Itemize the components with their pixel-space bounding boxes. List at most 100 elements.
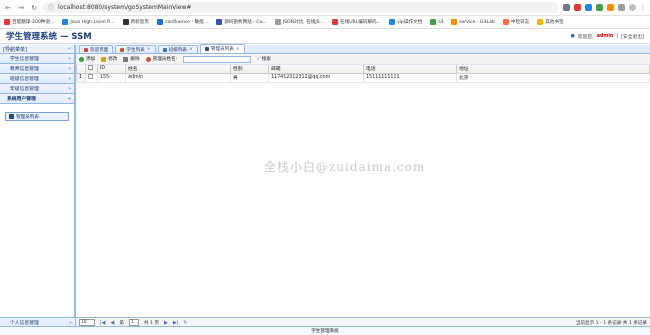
add-button[interactable]: 添加 [79,56,95,62]
app-title: 学生管理系统 — SSM [6,32,92,42]
back-icon[interactable]: ← [4,4,12,12]
logout-link[interactable]: [安全退出] [621,33,644,40]
add-label: 添加 [86,57,96,62]
bookmark-item[interactable]: 其他书签 [537,19,564,25]
bookmark-item[interactable]: confluence - 敏能... [156,19,209,25]
bookmark-item[interactable]: service · GitLab [451,19,495,25]
profile-avatar[interactable] [629,4,636,11]
sidebar-item[interactable]: 学生信息管理 » [0,54,74,64]
prev-page-icon[interactable]: ◀ [111,320,115,326]
tab[interactable]: 管理员列表 × [199,44,245,53]
column-header[interactable]: 性别 [230,65,269,74]
sidebar-item[interactable]: 年级信息管理 » [0,84,74,94]
tab-label: 管理员列表 [210,47,234,52]
bookmark-label: 在线URL编码解码... [340,20,382,25]
bookmark-item[interactable]: 源码剖析网站 - Co... [216,19,267,25]
bookmark-item[interactable]: 在线URL编码解码... [332,19,381,25]
delete-button[interactable]: 删除 [123,56,140,62]
tab-icon [204,47,209,51]
row-checkbox-cell[interactable] [85,72,98,83]
bookmark-item[interactable]: JSON对比, 在线JS... [274,19,324,25]
bookmark-item[interactable]: 新标签页 [122,19,149,25]
row-number: 1 [76,72,86,83]
expand-icon: » [67,55,71,62]
bookmark-item[interactable]: Java High Level R... [62,19,115,25]
column-header[interactable]: 地址 [456,65,650,74]
extension-icon[interactable] [574,4,581,11]
tab[interactable]: 学生列表 × [115,45,156,53]
column-header[interactable]: ID [97,65,126,74]
admin-icon [9,114,14,119]
app-header: 学生管理系统 — SSM ● 欢迎您, admin | [安全退出] [0,29,650,44]
puzzle-icon[interactable] [618,4,625,11]
close-icon[interactable]: × [236,47,240,52]
data-grid: ID 姓名 性别 邮箱 电话 地址 1 155 admin 男 117412312312@qq.c… [76,65,650,83]
delete-icon [123,56,129,62]
extension-icon[interactable] [596,4,603,11]
sidebar-item[interactable]: 班级信息管理 » [0,74,74,84]
first-page-icon[interactable]: |◀ [100,320,106,326]
delete-label: 删除 [130,57,140,62]
column-header[interactable]: 邮箱 [268,65,364,74]
close-icon[interactable]: × [189,47,193,52]
search-icon: ⌕ [257,57,260,62]
bookmark-item[interactable]: 百度翻译-200种语... [4,19,54,25]
page-size-select[interactable]: 10 [79,319,95,326]
address-bar[interactable]: ⓘ localhost:8080/system/goSystemMainView… [43,2,558,13]
collapse-icon: « [67,95,71,102]
select-all-checkbox[interactable] [88,65,93,71]
collapse-icon[interactable]: « [68,46,71,52]
column-header[interactable]: 姓名 [125,65,231,74]
user-icon [145,56,151,62]
cell-name: admin [125,72,231,83]
search-label: 搜索 [261,57,271,62]
sidebar-item-label: 教师信息管理 [10,67,39,72]
refresh-icon[interactable]: ↻ [183,320,187,326]
page-input[interactable]: 1 [129,319,139,326]
tab-label: 欢迎页面 [90,47,109,53]
row-checkbox[interactable] [88,74,93,79]
bookmark-label: JSON对比, 在线JS... [282,20,324,25]
expand-icon: » [67,75,71,82]
extension-icon[interactable] [607,4,614,11]
bookmark-item[interactable]: vip操作文档 [389,19,422,25]
sidebar-subitem-admin-list[interactable]: 管理员列表 [5,112,69,121]
bookmark-icon [156,19,163,25]
username: admin [596,33,614,39]
close-icon[interactable]: × [147,47,151,52]
sidebar-item[interactable]: 教师信息管理 » [0,64,74,74]
column-header[interactable]: 电话 [363,65,457,74]
tab[interactable]: 班级列表 × [157,45,198,53]
separator: | [616,33,619,39]
sidebar-item[interactable]: 系统用户管理 « [0,94,74,104]
reload-icon[interactable]: ↻ [30,4,38,12]
bookmark-icon [62,19,69,25]
admin-name-input[interactable] [183,55,252,63]
more-icon[interactable]: ⋮ [640,4,646,11]
bookmark-label: 百度翻译-200种语... [12,20,55,25]
browser-toolbar: ← → ↻ ⓘ localhost:8080/system/goSystemMa… [0,0,650,16]
search-button[interactable]: ⌕ 搜索 [257,56,271,62]
bookmark-item[interactable]: 中检日志 [502,19,529,25]
bookmark-label: confluence - 敏能... [164,20,209,25]
extension-icon[interactable] [585,4,592,11]
table-row[interactable]: 1 155 admin 男 117412312312@qq.com 15111111111… [76,72,650,83]
welcome-label: 欢迎您, [577,34,594,40]
expand-icon: » [67,85,71,92]
bookmark-item[interactable]: UI [430,19,443,25]
bookmark-label: UI [438,19,444,25]
page-label-pre: 第 [119,320,124,326]
forward-icon[interactable]: → [17,4,25,12]
tab-icon [120,47,125,52]
bookmark-icon [4,19,10,25]
edit-button[interactable]: 修改 [101,56,117,62]
tab[interactable]: 欢迎页面 [79,45,114,53]
extension-icon[interactable] [563,4,570,11]
bookmark-label: 源码剖析网站 - Co... [224,20,267,25]
tab-bar: 欢迎页面 学生列表 × 班级列表 × 管理员列表 × [76,44,650,54]
grid-toolbar: 添加 修改 删除 管理员姓名: ⌕ 搜索 [76,54,650,65]
sidebar-item-label: 班级信息管理 [10,77,39,82]
last-page-icon[interactable]: ▶| [173,320,179,326]
select-all-header[interactable] [85,65,98,74]
next-page-icon[interactable]: ▶ [164,320,168,326]
